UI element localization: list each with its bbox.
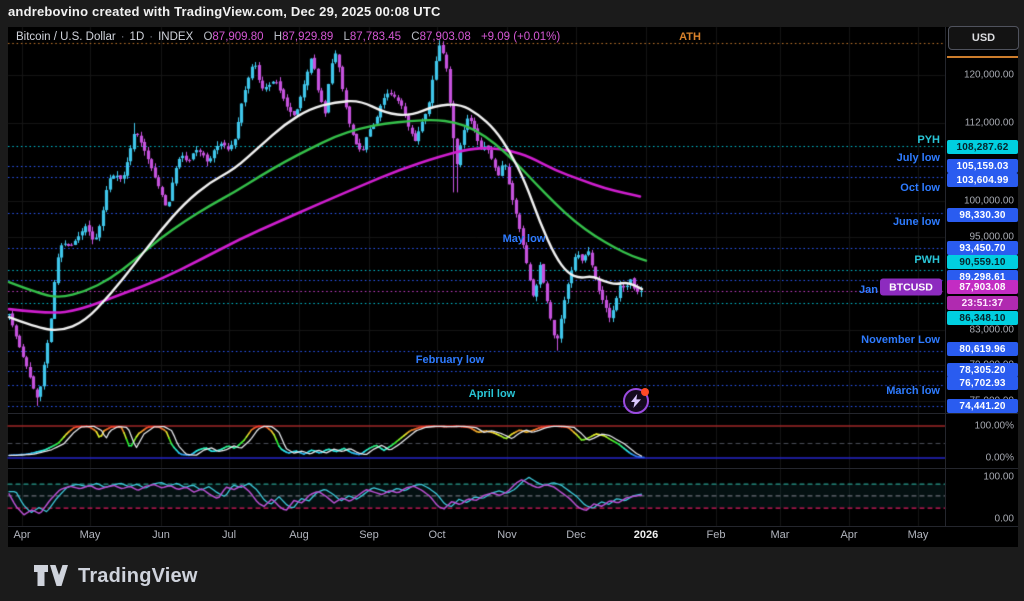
time-axis-label-Sep: Sep: [345, 529, 393, 541]
time-axis-label-May: May: [66, 529, 114, 541]
ath-axis-marker: [947, 56, 1018, 58]
time-axis-label-Apr: Apr: [825, 529, 873, 541]
symbol-axis-badge: BTCUSD: [880, 279, 942, 296]
annotation-february-low: February low: [416, 354, 484, 366]
exchange-label: INDEX: [158, 31, 193, 43]
symbol-name[interactable]: Bitcoin / U.S. Dollar: [16, 31, 116, 43]
annotation-pwh: PWH: [914, 254, 940, 266]
page-root: andrebovino created with TradingView.com…: [0, 0, 1024, 601]
legend-separator: ·: [144, 31, 158, 43]
time-axis-label-Aug: Aug: [275, 529, 323, 541]
lightning-bolt-icon: [630, 394, 642, 408]
brand-text: TradingView: [78, 565, 198, 588]
annotation-pyh: PYH: [917, 134, 940, 146]
change-value: +9.09 (+0.01%): [481, 31, 560, 43]
time-axis-label-Dec: Dec: [552, 529, 600, 541]
price-axis-label: 120,000.00: [964, 70, 1014, 81]
open-value: 87,909.80: [212, 31, 263, 43]
legend-separator: ·: [116, 31, 130, 43]
price-axis-label: 100.00%: [975, 421, 1014, 432]
annotation-oct-low: Oct low: [900, 182, 940, 194]
may-low-price: 93,450.70: [947, 241, 1018, 255]
time-axis-label-Feb: Feb: [692, 529, 740, 541]
february-low-price: 78,305.20: [947, 363, 1018, 377]
low-value: 87,783.45: [350, 31, 401, 43]
pyh-price: 108,287.62: [947, 140, 1018, 154]
march-low-price: 76,702.93: [947, 376, 1018, 390]
close-key: C: [411, 31, 419, 43]
price-axis-label: 83,000.00: [970, 325, 1015, 336]
time-axis-label-Apr: Apr: [0, 529, 46, 541]
notification-dot: [641, 388, 649, 396]
pane-separator-1[interactable]: [8, 413, 1018, 414]
november-low-price: 80,619.96: [947, 342, 1018, 356]
pane-separator-2[interactable]: [8, 468, 1018, 469]
high-key: H: [274, 31, 282, 43]
time-axis-label-Mar: Mar: [756, 529, 804, 541]
currency-toggle-button[interactable]: USD: [948, 26, 1019, 50]
annotation-march-low: March low: [886, 385, 940, 397]
july-low-price: 105,159.03: [947, 159, 1018, 173]
high-value: 87,929.89: [282, 31, 333, 43]
annotation-may-low: May low: [503, 233, 546, 245]
close-value: 87,903.08: [420, 31, 471, 43]
time-axis-label-Jun: Jun: [137, 529, 185, 541]
price-axis-label: 0.00%: [986, 453, 1014, 464]
price-chart-canvas[interactable]: [0, 0, 1024, 601]
time-axis-label-2026: 2026: [622, 529, 670, 541]
bar-countdown: 23:51:37: [947, 296, 1018, 310]
oct-low-price: 103,604.99: [947, 173, 1018, 187]
april-low-price: 74,441.20: [947, 399, 1018, 413]
annotation-july-low: July low: [897, 152, 940, 164]
time-axis-label-Oct: Oct: [413, 529, 461, 541]
annotation-ath: ATH: [679, 31, 701, 43]
annotation-april-low: April low: [469, 388, 515, 400]
price-axis-label: 0.00: [995, 514, 1014, 525]
annotation-june-low: June low: [893, 216, 940, 228]
time-axis-separator: [8, 526, 1018, 527]
pwl-price: 86,348.10: [947, 311, 1018, 325]
price-axis-label: 112,000.00: [965, 118, 1014, 129]
symbol-legend[interactable]: Bitcoin / U.S. Dollar·1D·INDEX O87,909.8…: [16, 31, 560, 46]
last-price: 87,903.08: [947, 280, 1018, 294]
annotation-jan: Jan: [859, 284, 878, 296]
boost-button[interactable]: [623, 388, 649, 414]
june-low-price: 98,330.30: [947, 208, 1018, 222]
annotation-november-low: November Low: [861, 334, 940, 346]
time-axis-label-May: May: [894, 529, 942, 541]
tradingview-logo-icon: [34, 565, 68, 587]
pwh-price: 90,559.10: [947, 255, 1018, 269]
price-axis-label: 100,000.00: [964, 196, 1014, 207]
interval-label[interactable]: 1D: [130, 31, 145, 43]
price-axis-label: 100.00: [983, 472, 1014, 483]
time-axis-label-Nov: Nov: [483, 529, 531, 541]
tradingview-logo[interactable]: TradingView: [34, 561, 198, 591]
price-axis-separator: [945, 27, 946, 526]
time-axis-label-Jul: Jul: [205, 529, 253, 541]
